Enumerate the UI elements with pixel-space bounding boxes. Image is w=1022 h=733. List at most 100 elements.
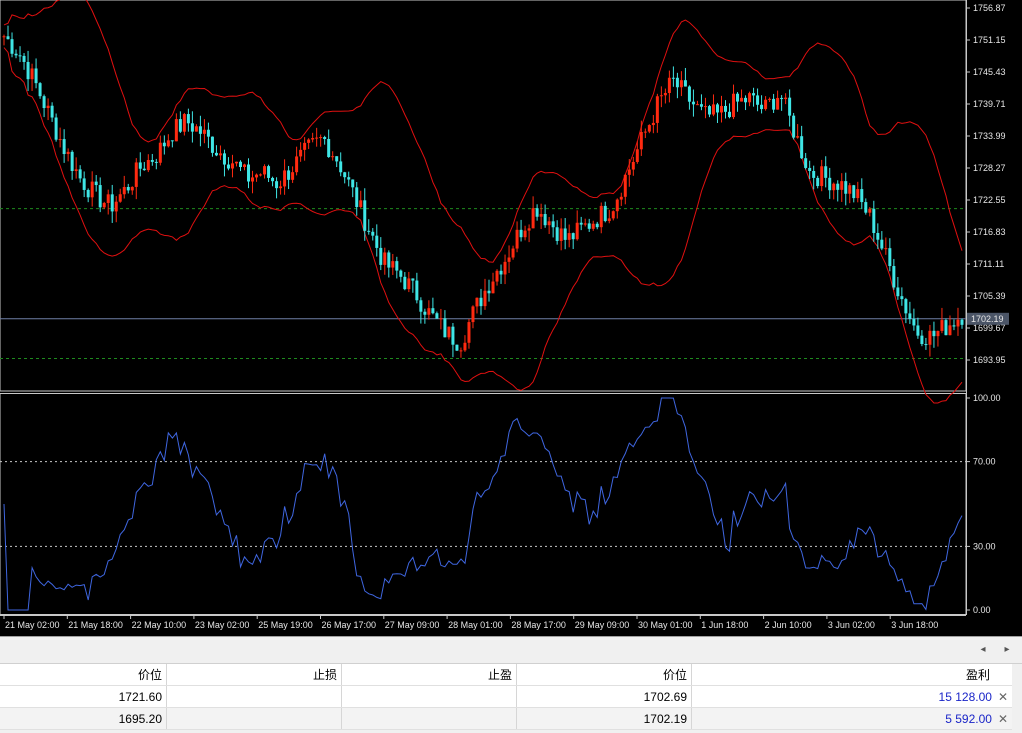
candle-body bbox=[595, 223, 599, 228]
candle-body bbox=[872, 208, 876, 233]
time-axis-label: 22 May 10:00 bbox=[132, 620, 187, 630]
candle-body bbox=[864, 202, 868, 213]
scroll-left-icon[interactable]: ◂ bbox=[976, 643, 990, 657]
candle-body bbox=[603, 205, 607, 222]
candle-body bbox=[455, 344, 459, 351]
candle-body bbox=[764, 99, 768, 110]
candle-body bbox=[711, 104, 715, 115]
candle-body bbox=[547, 221, 551, 226]
candle-body bbox=[567, 233, 571, 240]
candle-body bbox=[383, 252, 387, 265]
candle-body bbox=[62, 139, 66, 155]
candle-body bbox=[611, 211, 615, 219]
bollinger-upper-line bbox=[3, 0, 963, 263]
candle-body bbox=[226, 164, 230, 169]
candle-body bbox=[206, 129, 210, 137]
price-axis-label: 1693.95 bbox=[973, 355, 1006, 365]
candle-body bbox=[299, 149, 303, 157]
candle-body bbox=[263, 166, 267, 175]
candle-body bbox=[828, 177, 832, 191]
table-row[interactable]: 1721.60 1702.69 15 128.00 ✕ bbox=[0, 685, 1012, 708]
candle-body bbox=[832, 183, 836, 191]
candle-body bbox=[812, 171, 816, 178]
candle-body bbox=[315, 137, 319, 139]
col-header-open-price[interactable]: 价位 bbox=[0, 664, 167, 686]
candle-body bbox=[559, 228, 563, 241]
candle-body bbox=[10, 39, 14, 54]
candle-body bbox=[808, 167, 812, 172]
cell-stop-loss[interactable] bbox=[166, 707, 342, 730]
candle-body bbox=[679, 80, 683, 88]
candle-body bbox=[707, 106, 711, 115]
cell-stop-loss[interactable] bbox=[166, 685, 342, 708]
price-chart[interactable]: 1756.87 1751.15 1745.43 1739.71 1733.99 1728.… bbox=[0, 0, 1022, 636]
candle-body bbox=[46, 105, 50, 109]
cell-current-price: 1702.69 bbox=[516, 685, 692, 708]
col-header-current-price[interactable]: 价位 bbox=[516, 664, 692, 686]
positions-table: 价位 止损 止盈 价位 盈利 1721.60 1702.69 15 128.00… bbox=[0, 664, 1012, 730]
candle-body bbox=[715, 104, 719, 113]
cell-profit: 5 592.00 ✕ bbox=[691, 707, 1012, 730]
candle-body bbox=[162, 142, 166, 147]
scroll-right-icon[interactable]: ▸ bbox=[1000, 643, 1014, 657]
price-pane-frame bbox=[0, 0, 967, 392]
col-header-stop-loss[interactable]: 止损 bbox=[166, 664, 342, 686]
candle-body bbox=[319, 137, 323, 139]
candle-body bbox=[772, 98, 776, 110]
candle-body bbox=[347, 177, 351, 180]
cell-take-profit[interactable] bbox=[341, 685, 517, 708]
candle-body bbox=[30, 68, 34, 80]
candle-body bbox=[924, 344, 928, 346]
candle-body bbox=[94, 181, 98, 186]
candle-body bbox=[788, 97, 792, 116]
candle-body bbox=[158, 142, 162, 163]
candle-body bbox=[587, 223, 591, 229]
candle-body bbox=[419, 300, 423, 312]
rsi-axis-label: 70.00 bbox=[973, 457, 996, 467]
chart-area[interactable]: 1756.87 1751.15 1745.43 1739.71 1733.99 1728.… bbox=[0, 0, 1022, 636]
candle-body bbox=[471, 306, 475, 323]
candle-body bbox=[667, 77, 671, 93]
candle-body bbox=[26, 61, 30, 80]
candle-body bbox=[776, 97, 780, 110]
cell-take-profit[interactable] bbox=[341, 707, 517, 730]
candle-body bbox=[467, 322, 471, 343]
col-header-take-profit[interactable]: 止盈 bbox=[341, 664, 517, 686]
candle-body bbox=[351, 179, 355, 188]
table-row[interactable]: 1695.20 1702.19 5 592.00 ✕ bbox=[0, 707, 1012, 730]
candle-body bbox=[251, 177, 255, 182]
candle-body bbox=[279, 186, 283, 189]
candle-body bbox=[198, 126, 202, 134]
candle-body bbox=[956, 319, 960, 327]
candle-body bbox=[728, 111, 732, 118]
candle-body bbox=[367, 230, 371, 232]
candle-body bbox=[275, 181, 279, 189]
candle-body bbox=[327, 138, 331, 158]
candle-body bbox=[194, 126, 198, 132]
close-position-icon[interactable]: ✕ bbox=[998, 712, 1008, 726]
candle-body bbox=[575, 222, 579, 240]
candle-body bbox=[760, 104, 764, 110]
candle-body bbox=[447, 326, 451, 338]
candle-body bbox=[134, 162, 138, 187]
price-axis-label: 1739.71 bbox=[973, 99, 1006, 109]
candle-body bbox=[539, 214, 543, 217]
close-position-icon[interactable]: ✕ bbox=[998, 690, 1008, 704]
candle-body bbox=[876, 232, 880, 240]
time-axis-label: 21 May 02:00 bbox=[5, 620, 60, 630]
candle-body bbox=[599, 205, 603, 228]
candle-body bbox=[511, 248, 515, 258]
rsi-pane-frame bbox=[0, 393, 967, 615]
col-header-profit[interactable]: 盈利 bbox=[691, 664, 1012, 686]
candle-body bbox=[6, 36, 10, 40]
candle-body bbox=[359, 200, 363, 207]
candle-body bbox=[824, 166, 828, 178]
candle-body bbox=[683, 80, 687, 87]
time-axis-label: 25 May 19:00 bbox=[258, 620, 313, 630]
candle-body bbox=[647, 125, 651, 132]
time-axis-label: 23 May 02:00 bbox=[195, 620, 250, 630]
candle-body bbox=[639, 132, 643, 150]
cell-open-price: 1721.60 bbox=[0, 685, 167, 708]
candle-body bbox=[663, 92, 667, 96]
candle-body bbox=[752, 93, 756, 96]
